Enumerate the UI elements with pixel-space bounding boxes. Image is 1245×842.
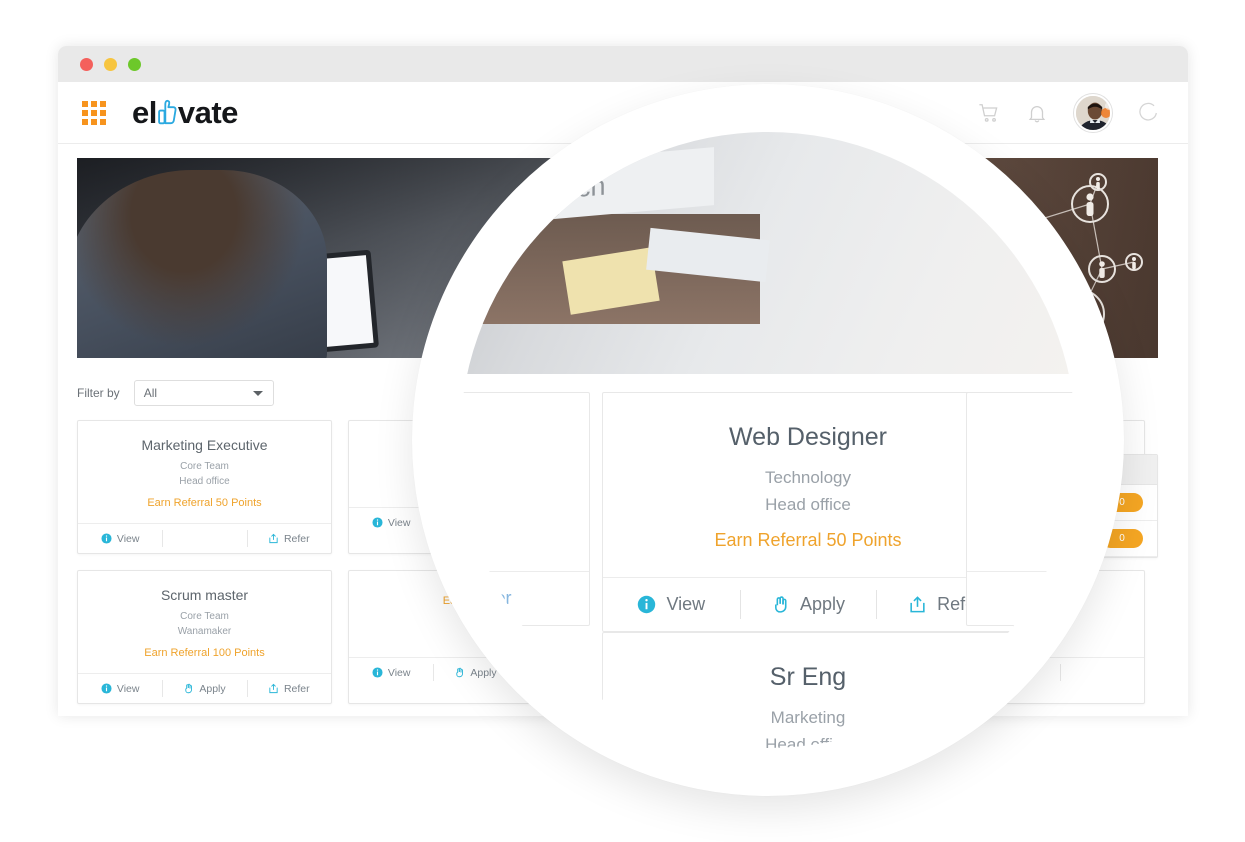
refer-button[interactable]: Refer [460, 572, 589, 625]
info-icon [638, 596, 656, 614]
thumbs-up-icon [157, 98, 178, 128]
magnifier-content: Search Refer Web Designer Technology Hea… [460, 132, 1076, 748]
magnified-card-body: Web Designer Technology Head office Earn… [603, 393, 1013, 577]
job-card-body: Scrum master Core Team Wanamaker Earn Re… [78, 571, 331, 673]
job-team: Core Team [180, 461, 229, 472]
magnified-card-body: Sr Eng Marketing Head office Earn Referr… [603, 633, 1013, 748]
cart-icon[interactable] [978, 102, 1000, 124]
job-location: Wanamaker [177, 625, 232, 637]
hand-icon [456, 667, 464, 678]
job-team: Technology [764, 468, 851, 487]
info-icon [372, 517, 383, 528]
view-label: View [666, 594, 706, 615]
magnified-job-card-right[interactable] [966, 392, 1076, 626]
view-label: View [116, 532, 140, 545]
window-close-button[interactable] [80, 57, 93, 71]
job-card[interactable]: Scrum master Core Team Wanamaker Earn Re… [77, 570, 332, 704]
job-card-actions: View Refer [78, 523, 331, 553]
job-team: Core Team [180, 611, 229, 622]
apply-label: Apply [799, 594, 846, 615]
filter-select-value: All [143, 386, 158, 400]
magnified-job-card-bottom[interactable]: Sr Eng Marketing Head office Earn Referr… [602, 632, 1014, 748]
apply-label: Apply [199, 682, 226, 695]
job-location: Head office [765, 735, 851, 748]
logo-text-post: vate [177, 95, 239, 130]
refer-button[interactable]: Refer [246, 524, 331, 553]
job-points: Earn Referral 50 Points [714, 530, 902, 551]
header-actions [978, 93, 1160, 132]
view-button[interactable] [967, 572, 1076, 625]
bell-icon[interactable] [1026, 102, 1048, 124]
magnified-job-card[interactable]: Web Designer Technology Head office Earn… [602, 392, 1014, 633]
view-button[interactable]: View [78, 674, 162, 703]
info-icon [101, 533, 112, 544]
job-title: Web Designer [729, 423, 887, 451]
job-title: Scrum master [160, 587, 249, 603]
apps-grid-icon[interactable] [82, 100, 106, 125]
job-points: Earn Referral 50 Points [147, 497, 262, 509]
chevron-down-icon [252, 391, 263, 396]
hand-icon [185, 683, 193, 694]
refer-button[interactable]: Refer [246, 674, 331, 703]
filter-label: Filter by [77, 386, 120, 400]
magnified-card-actions: View Apply Refer [603, 577, 1013, 631]
refer-label: Refer [467, 588, 512, 608]
logo-text-pre: el [132, 95, 157, 130]
screenshot-root: el vate Filter by All Marketing Executiv… [0, 0, 1245, 842]
magnifier-lens: Search Refer Web Designer Technology Hea… [412, 84, 1124, 796]
job-title: Marketing Executive [141, 437, 268, 453]
job-card[interactable]: Marketing Executive Core Team Head offic… [77, 420, 332, 554]
apply-button[interactable]: Apply [739, 578, 877, 631]
refer-button[interactable] [1059, 658, 1144, 687]
window-minimize-button[interactable] [104, 57, 117, 71]
info-icon [372, 667, 383, 678]
job-card-actions: View Apply Refer [78, 673, 331, 703]
view-button[interactable]: View [78, 524, 162, 553]
magnified-job-card-left[interactable]: Refer [460, 392, 590, 626]
banner-person-graphic [77, 170, 327, 358]
job-points: Earn Referral 100 Points [144, 647, 265, 659]
magnified-card-actions: Refer [460, 571, 589, 625]
apply-label: Apply [470, 666, 497, 679]
window-maximize-button[interactable] [128, 57, 141, 71]
job-team: Marketing [770, 708, 846, 727]
magnified-banner: Search [460, 132, 1076, 374]
search-icon [488, 184, 510, 205]
magnified-search-label: Search [520, 170, 606, 208]
job-title: Sr Eng [769, 663, 847, 691]
info-icon [101, 683, 112, 694]
share-icon [910, 596, 925, 613]
refer-label: Refer [283, 682, 310, 695]
view-label: View [387, 666, 411, 679]
share-icon [269, 683, 278, 694]
spacer-action [162, 524, 246, 553]
job-location: Head office [179, 475, 230, 487]
power-icon[interactable] [1138, 102, 1160, 124]
filter-select[interactable]: All [133, 380, 274, 406]
view-button[interactable]: View [603, 578, 740, 631]
info-icon [1057, 589, 1075, 608]
app-logo[interactable]: el vate [132, 97, 238, 128]
view-label: View [387, 516, 411, 529]
view-label: View [116, 682, 140, 695]
share-icon [269, 533, 278, 544]
hand-icon [775, 596, 787, 614]
view-button[interactable]: View [349, 658, 433, 687]
apply-button[interactable]: Apply [162, 674, 246, 703]
magnified-card-actions [967, 571, 1076, 625]
avatar[interactable] [1074, 93, 1112, 132]
job-card-body: Marketing Executive Core Team Head offic… [78, 421, 331, 523]
window-titlebar [58, 46, 1188, 82]
job-location: Head office [765, 495, 851, 515]
refer-label: Refer [283, 532, 310, 545]
